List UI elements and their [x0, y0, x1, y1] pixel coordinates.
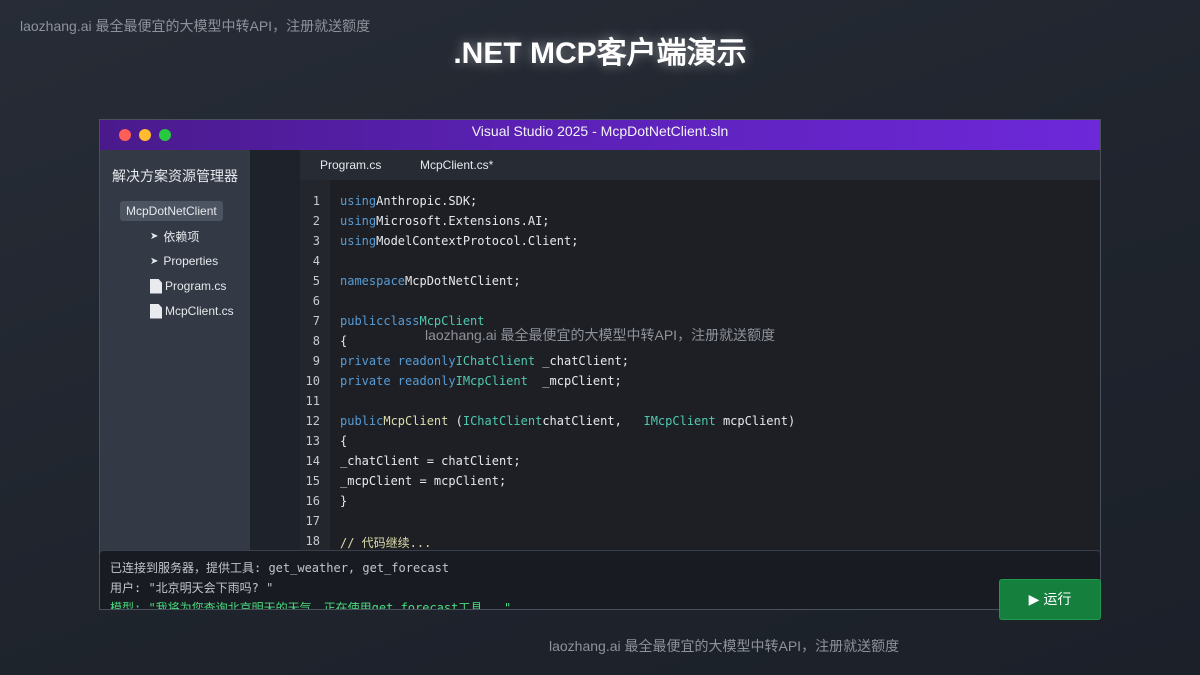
- sidebar-item-label: McpClient.cs: [165, 304, 234, 318]
- keyword-token: private readonly: [340, 374, 456, 388]
- code-token: ModelContextProtocol.Client;: [376, 234, 579, 248]
- keyword-token: using: [340, 234, 377, 248]
- code-token: Anthropic.SDK;: [376, 194, 478, 208]
- code-token: mcpClient): [715, 414, 796, 428]
- code-token: (: [448, 414, 463, 428]
- code-line: usingMicrosoft.Extensions.AI;: [340, 214, 550, 228]
- type-token: IMcpClient: [455, 374, 528, 388]
- line-number: 7: [312, 314, 320, 328]
- code-line: {: [340, 334, 348, 348]
- code-line: private readonlyIChatClient _chatClient;: [340, 354, 629, 368]
- line-number: 9: [312, 354, 320, 368]
- tab-mcpclient-cs[interactable]: McpClient.cs*: [420, 150, 493, 180]
- keyword-token: using: [340, 214, 377, 228]
- solution-explorer-title: 解决方案资源管理器: [112, 168, 238, 184]
- keyword-token: private readonly: [340, 354, 456, 368]
- type-token: IChatClient: [455, 354, 536, 368]
- run-button[interactable]: ▶ 运行: [999, 579, 1101, 620]
- watermark-bottom: laozhang.ai 最全最便宜的大模型中转API，注册就送额度: [549, 638, 900, 654]
- watermark-editor: laozhang.ai 最全最便宜的大模型中转API，注册就送额度: [425, 327, 776, 343]
- solution-explorer: 解决方案资源管理器 McpDotNetClient ➤ 依赖项 ➤ Proper…: [100, 150, 250, 609]
- editor-margin: [250, 150, 300, 609]
- line-number: 2: [312, 214, 320, 228]
- line-number: 8: [312, 334, 320, 348]
- line-number: 1: [312, 194, 320, 208]
- code-line: usingModelContextProtocol.Client;: [340, 234, 578, 248]
- code-line: _mcpClient = mcpClient;: [340, 474, 507, 488]
- line-number: 13: [305, 434, 320, 448]
- sidebar-item-program-cs[interactable]: Program.cs: [150, 277, 226, 295]
- line-number: 15: [305, 474, 320, 488]
- line-number: 14: [305, 454, 320, 468]
- keyword-token: public: [340, 314, 384, 328]
- sidebar-item-label: Program.cs: [165, 279, 227, 293]
- keyword-token: namespace: [340, 274, 406, 288]
- console-line-info: 已连接到服务器，提供工具: get_weather, get_forecast: [110, 561, 450, 575]
- code-token: McpDotNetClient;: [405, 274, 521, 288]
- code-token: Microsoft.Extensions.AI;: [376, 214, 550, 228]
- console-line-user: 用户: "北京明天会下雨吗? ": [110, 581, 274, 595]
- sidebar-item-project[interactable]: McpDotNetClient: [120, 201, 223, 221]
- code-line: usingAnthropic.SDK;: [340, 194, 477, 208]
- file-icon: [150, 303, 162, 319]
- sidebar-item-label: 依赖项: [163, 229, 200, 244]
- function-token: McpClient: [383, 414, 449, 428]
- code-token: chatClient,: [542, 414, 644, 428]
- sidebar-item-label: Properties: [163, 254, 219, 268]
- code-line: namespaceMcpDotNetClient;: [340, 274, 521, 288]
- chevron-right-icon: ➤: [150, 230, 159, 242]
- code-line: private readonlyIMcpClient _mcpClient;: [340, 374, 622, 388]
- ide-window: Visual Studio 2025 - McpDotNetClient.sln…: [99, 119, 1101, 610]
- line-number: 12: [305, 414, 320, 428]
- sidebar-item-mcpclient-cs[interactable]: McpClient.cs: [150, 302, 234, 320]
- type-token: IMcpClient: [643, 414, 716, 428]
- title-bar: Visual Studio 2025 - McpDotNetClient.sln: [100, 120, 1100, 150]
- sidebar-item-properties[interactable]: ➤ Properties: [150, 252, 218, 270]
- window-title: Visual Studio 2025 - McpDotNetClient.sln: [471, 123, 729, 139]
- line-number: 3: [312, 234, 320, 248]
- line-number: 6: [312, 294, 320, 308]
- chevron-right-icon: ➤: [150, 255, 159, 267]
- sidebar-item-dependencies[interactable]: ➤ 依赖项: [150, 227, 199, 245]
- line-number: 16: [305, 494, 320, 508]
- code-token: _chatClient;: [535, 354, 629, 368]
- line-number: 5: [312, 274, 320, 288]
- code-comment: // 代码继续...: [340, 536, 432, 550]
- line-number: 11: [305, 394, 320, 408]
- tab-program-cs[interactable]: Program.cs: [320, 150, 381, 180]
- page-title: .NET MCP客户端演示: [453, 37, 747, 70]
- type-token: IChatClient: [462, 414, 543, 428]
- file-icon: [150, 278, 162, 294]
- code-line: }: [340, 494, 348, 508]
- code-token: _mcpClient;: [527, 374, 622, 388]
- tab-bar: Program.cs McpClient.cs*: [300, 150, 1100, 180]
- keyword-token: class: [383, 314, 420, 328]
- line-number: 10: [305, 374, 320, 388]
- output-console: 已连接到服务器，提供工具: get_weather, get_forecast …: [100, 550, 1100, 610]
- keyword-token: using: [340, 194, 377, 208]
- line-number: 18: [305, 534, 320, 548]
- line-number-gutter: 1 2 3 4 5 6 7 8 9 10 11 12 13 14 15 16 1…: [300, 180, 330, 550]
- code-line: _chatClient = chatClient;: [340, 454, 521, 468]
- keyword-token: public: [340, 414, 384, 428]
- console-line-model: 模型: "我将为您查询北京明天的天气。正在使用get_forecast工具...…: [110, 601, 512, 610]
- code-line: {: [340, 434, 348, 448]
- code-line: publicMcpClient (IChatClientchatClient, …: [340, 414, 795, 428]
- line-number: 4: [312, 254, 320, 268]
- line-number: 17: [305, 514, 320, 528]
- code-editor[interactable]: 1 2 3 4 5 6 7 8 9 10 11 12 13 14 15 16 1…: [300, 180, 1100, 550]
